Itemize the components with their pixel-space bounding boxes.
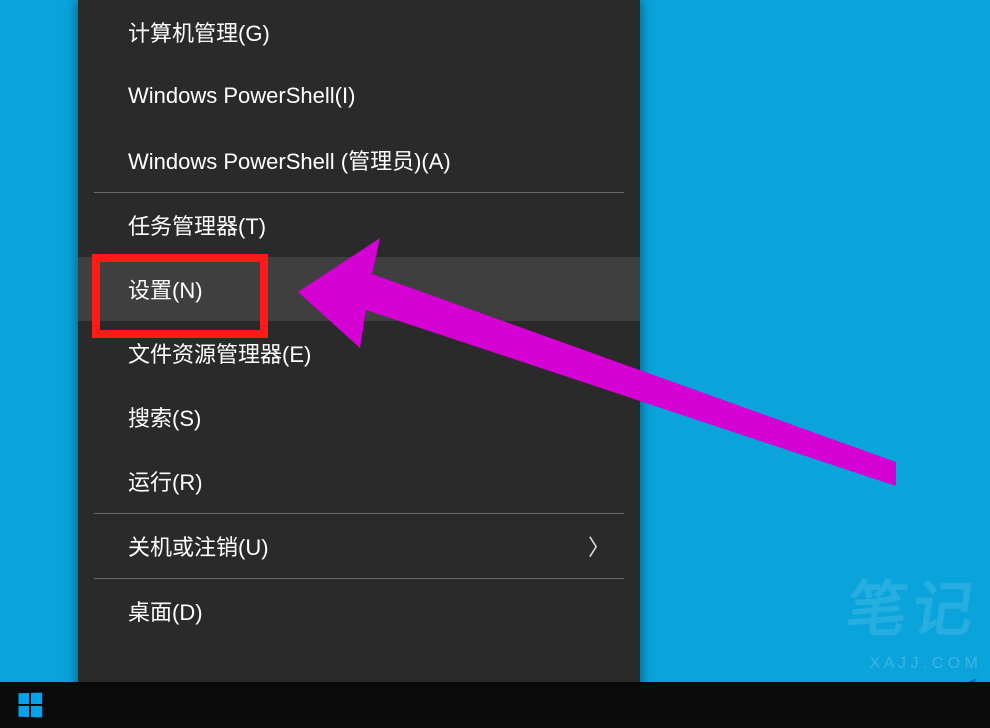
menu-item-label: 搜索(S) bbox=[128, 401, 201, 433]
taskbar bbox=[0, 682, 990, 728]
watermark-text: 笔记 bbox=[842, 561, 986, 648]
menu-item-label: 计算机管理(G) bbox=[128, 16, 270, 48]
menu-item-file-explorer[interactable]: 文件资源管理器(E) bbox=[78, 321, 640, 385]
menu-item-label: 文件资源管理器(E) bbox=[128, 337, 311, 369]
menu-item-task-manager[interactable]: 任务管理器(T) bbox=[78, 193, 640, 257]
menu-item-label: 任务管理器(T) bbox=[128, 209, 266, 241]
menu-item-label: Windows PowerShell(I) bbox=[128, 83, 355, 109]
desktop-background: 计算机管理(G) Windows PowerShell(I) Windows P… bbox=[0, 0, 990, 728]
menu-item-label: 桌面(D) bbox=[128, 595, 203, 627]
start-button[interactable] bbox=[0, 682, 60, 728]
menu-item-desktop[interactable]: 桌面(D) bbox=[78, 579, 640, 643]
menu-item-label: 设置(N) bbox=[128, 273, 203, 305]
menu-item-shutdown-signout[interactable]: 关机或注销(U) 〉 bbox=[78, 514, 640, 578]
menu-item-powershell-admin[interactable]: Windows PowerShell (管理员)(A) bbox=[78, 128, 640, 192]
menu-item-search[interactable]: 搜索(S) bbox=[78, 385, 640, 449]
menu-item-label: 运行(R) bbox=[128, 465, 203, 497]
menu-item-powershell[interactable]: Windows PowerShell(I) bbox=[78, 64, 640, 128]
menu-item-settings[interactable]: 设置(N) bbox=[78, 257, 640, 321]
watermark-url: X A J J . C O M bbox=[870, 655, 978, 673]
winx-context-menu: 计算机管理(G) Windows PowerShell(I) Windows P… bbox=[78, 0, 640, 704]
menu-item-computer-management[interactable]: 计算机管理(G) bbox=[78, 0, 640, 64]
menu-item-label: 关机或注销(U) bbox=[128, 530, 269, 562]
menu-item-run[interactable]: 运行(R) bbox=[78, 449, 640, 513]
chevron-right-icon: 〉 bbox=[588, 530, 610, 562]
windows-logo-icon bbox=[18, 693, 42, 718]
menu-item-label: Windows PowerShell (管理员)(A) bbox=[128, 144, 451, 176]
